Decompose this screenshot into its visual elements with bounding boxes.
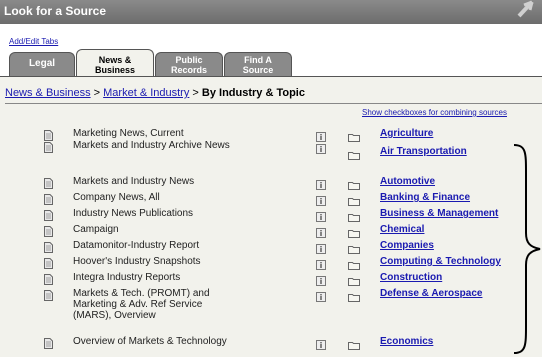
folder-icon [348, 337, 360, 350]
tab-label: News & Business [94, 55, 136, 75]
topic-link[interactable]: Business & Management [380, 208, 498, 219]
folder-icon [348, 257, 360, 270]
topic-link[interactable]: Agriculture [380, 128, 433, 139]
info-icon[interactable] [316, 241, 326, 254]
topic-link[interactable]: Construction [380, 272, 442, 283]
document-icon [44, 192, 53, 205]
annotation-arrow-icon [517, 0, 534, 18]
brace-annotation-icon [513, 144, 541, 354]
tab-legal[interactable]: Legal [9, 52, 75, 76]
folder-icon [348, 225, 360, 238]
document-icon [44, 240, 53, 253]
folder-icon [348, 241, 360, 254]
folder-icon [348, 193, 360, 206]
source-name[interactable]: Integra Industry Reports [73, 272, 293, 283]
info-icon[interactable] [316, 193, 326, 206]
tab-label: Find A Source [242, 55, 274, 75]
source-name[interactable]: Industry News Publications [73, 208, 293, 219]
add-edit-tabs-link[interactable]: Add/Edit Tabs [9, 37, 58, 46]
source-name[interactable]: Markets and Industry Archive News [73, 140, 233, 151]
folder-icon [348, 289, 360, 302]
tab-label: Legal [28, 58, 56, 69]
info-icon[interactable] [316, 289, 326, 302]
source-name[interactable]: Company News, All [73, 192, 293, 203]
topic-link[interactable]: Banking & Finance [380, 192, 470, 203]
source-name[interactable]: Markets & Tech. (PROMT) and Marketing & … [73, 288, 233, 321]
document-icon [44, 272, 53, 285]
info-icon[interactable] [316, 257, 326, 270]
source-name[interactable]: Marketing News, Current [73, 128, 293, 139]
topic-link[interactable]: Companies [380, 240, 434, 251]
breadcrumb-divider [5, 103, 542, 104]
tab-bar: Legal News & Business Public Records Fin… [0, 49, 542, 76]
sources-panel: News & Business > Market & Industry > By… [0, 76, 542, 357]
document-icon [44, 176, 53, 189]
document-icon [44, 256, 53, 269]
info-icon[interactable] [316, 177, 326, 190]
folder-icon [348, 147, 360, 160]
folder-icon [348, 177, 360, 190]
document-icon [44, 140, 53, 153]
source-name[interactable]: Datamonitor-Industry Report [73, 240, 293, 251]
source-name[interactable]: Hoover's Industry Snapshots [73, 256, 293, 267]
panel-title: Look for a Source [4, 4, 107, 18]
breadcrumb-news-business[interactable]: News & Business [5, 87, 91, 99]
tab-label: Public Records [170, 55, 207, 75]
info-icon[interactable] [316, 273, 326, 286]
folder-icon [348, 129, 360, 142]
document-icon [44, 208, 53, 221]
breadcrumb: News & Business > Market & Industry > By… [5, 87, 305, 99]
folder-icon [348, 273, 360, 286]
info-icon[interactable] [316, 337, 326, 350]
document-icon [44, 224, 53, 237]
breadcrumb-market-industry[interactable]: Market & Industry [103, 87, 189, 99]
source-name[interactable]: Overview of Markets & Technology [73, 336, 293, 347]
info-icon[interactable] [316, 209, 326, 222]
topic-link[interactable]: Economics [380, 336, 433, 347]
source-name[interactable]: Markets and Industry News [73, 176, 293, 187]
source-name[interactable]: Campaign [73, 224, 293, 235]
document-icon [44, 128, 53, 141]
breadcrumb-separator: > [189, 87, 202, 99]
topic-link[interactable]: Chemical [380, 224, 424, 235]
tab-find-a-source[interactable]: Find A Source [224, 52, 292, 76]
breadcrumb-current: By Industry & Topic [201, 87, 305, 99]
topic-link[interactable]: Air Transportation [380, 146, 467, 157]
info-icon[interactable] [316, 141, 326, 154]
document-icon [44, 336, 53, 349]
topic-link[interactable]: Computing & Technology [380, 256, 501, 267]
topic-link[interactable]: Defense & Aerospace [380, 288, 482, 299]
document-icon [44, 288, 53, 301]
topic-link[interactable]: Automotive [380, 176, 435, 187]
title-bar: Look for a Source [0, 0, 542, 24]
tab-news-business[interactable]: News & Business [76, 49, 154, 76]
breadcrumb-separator: > [90, 87, 104, 99]
tab-public-records[interactable]: Public Records [155, 52, 223, 76]
folder-icon [348, 209, 360, 222]
show-checkboxes-link[interactable]: Show checkboxes for combining sources [362, 108, 507, 117]
info-icon[interactable] [316, 225, 326, 238]
info-icon[interactable] [316, 129, 326, 142]
